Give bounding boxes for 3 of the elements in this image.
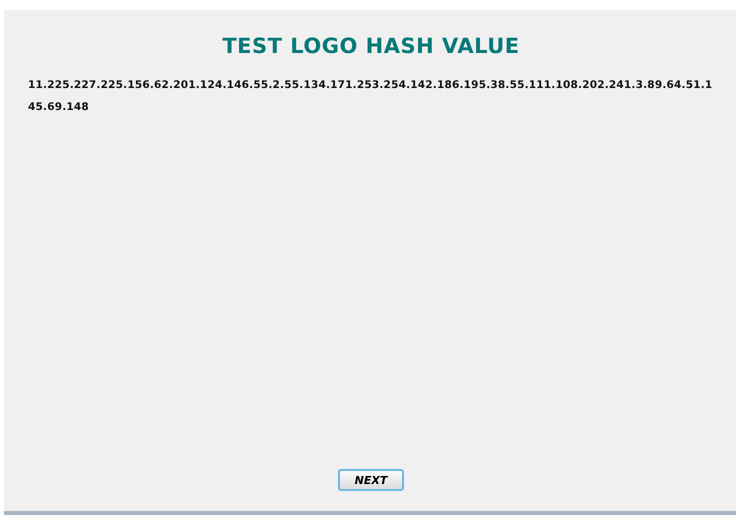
hash-value-text: 11.225.227.225.156.62.201.124.146.55.2.55.134.171.253.254.142.186.195.38.55.111.108.202.241.3.89.64.51.145.69.148 — [28, 78, 714, 115]
next-button[interactable]: NEXT — [338, 469, 404, 491]
page-title: TEST LOGO HASH VALUE — [222, 34, 520, 58]
